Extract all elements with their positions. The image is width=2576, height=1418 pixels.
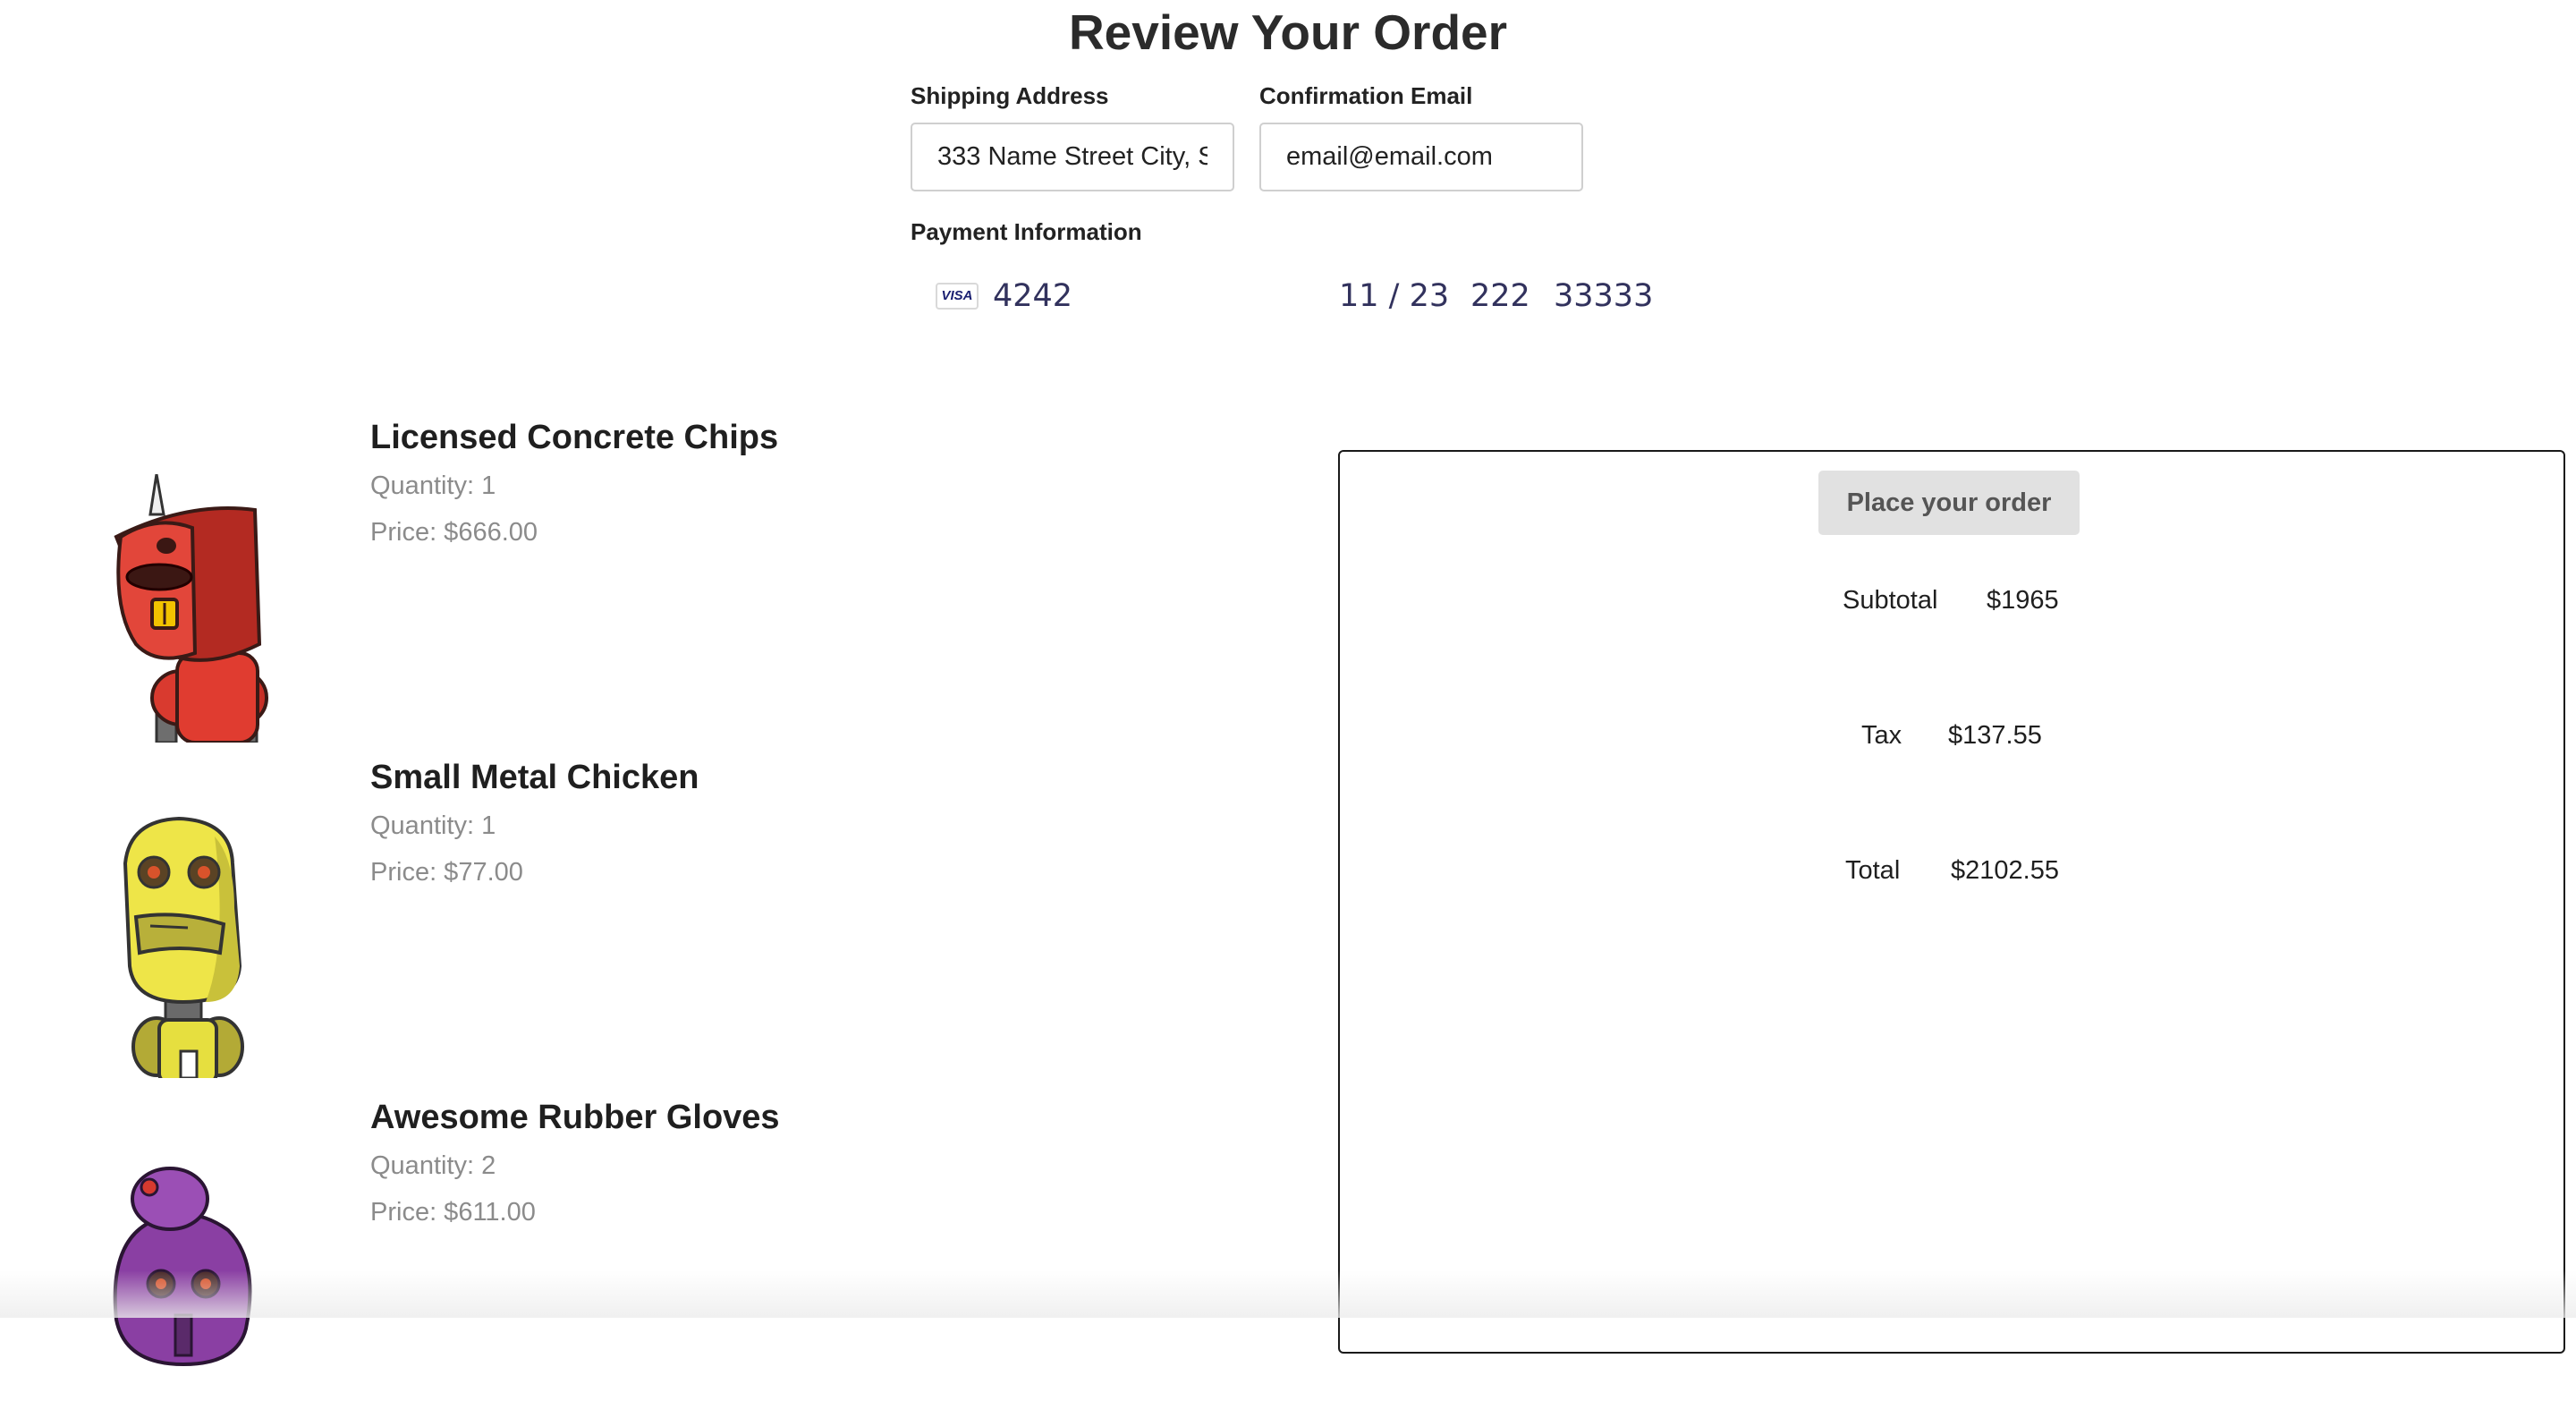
product-name: Licensed Concrete Chips: [370, 419, 779, 456]
card-expiry-field[interactable]: 11 / 23: [1339, 274, 1449, 318]
purple-robot-image: [113, 1167, 252, 1367]
product-price: Price: $666.00: [370, 518, 538, 547]
card-number-field[interactable]: 4242: [993, 274, 1072, 318]
subtotal-value: $1965: [1987, 586, 2059, 615]
total-label: Total: [1845, 856, 1901, 885]
shipping-address-input[interactable]: [911, 123, 1234, 191]
product-quantity: Quantity: 1: [370, 471, 496, 500]
product-quantity: Quantity: 2: [370, 1151, 496, 1180]
tax-value: $137.55: [1948, 721, 2042, 750]
card-cvc-field[interactable]: 222: [1470, 274, 1530, 318]
red-robot-image: [114, 474, 268, 743]
visa-icon: VISA: [936, 283, 979, 310]
product-quantity: Quantity: 1: [370, 811, 496, 840]
card-element[interactable]: VISA 4242 11 / 23 222 33333: [930, 274, 1690, 318]
confirmation-email-label: Confirmation Email: [1259, 82, 1473, 109]
payment-information-label: Payment Information: [911, 218, 1142, 245]
yellow-robot-image: [123, 816, 244, 1078]
page-title: Review Your Order: [1068, 4, 1508, 60]
subtotal-label: Subtotal: [1843, 586, 1938, 615]
product-name: Small Metal Chicken: [370, 759, 699, 796]
product-price: Price: $611.00: [370, 1198, 536, 1227]
confirmation-email-input[interactable]: [1259, 123, 1583, 191]
order-summary-panel: [1338, 450, 2565, 1354]
total-value: $2102.55: [1951, 856, 2059, 885]
card-zip-field[interactable]: 33333: [1554, 274, 1653, 318]
place-order-button[interactable]: Place your order: [1818, 471, 2080, 535]
tax-label: Tax: [1861, 721, 1902, 750]
shipping-address-label: Shipping Address: [911, 82, 1109, 109]
product-price: Price: $77.00: [370, 858, 523, 887]
product-name: Awesome Rubber Gloves: [370, 1099, 780, 1136]
